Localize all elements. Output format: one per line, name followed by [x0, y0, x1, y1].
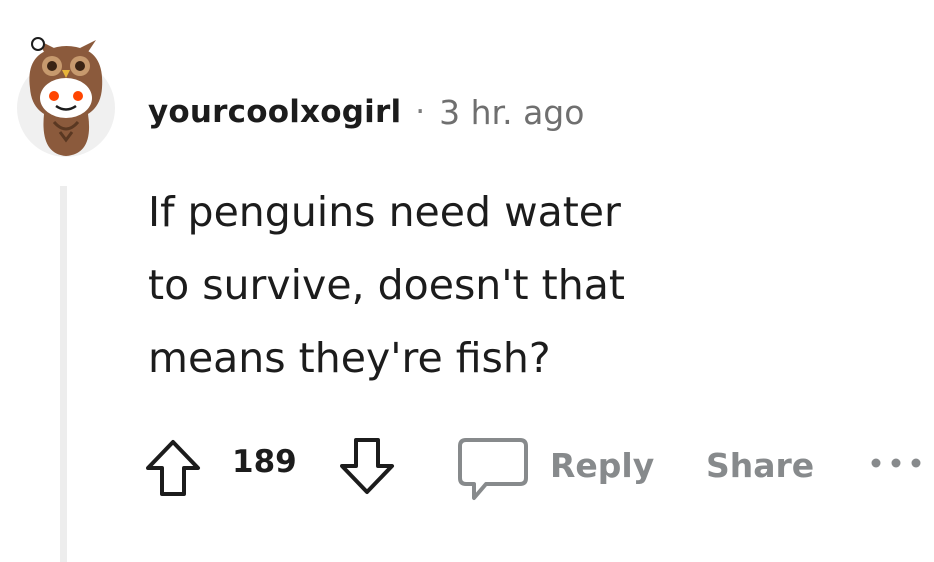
comment-action-bar: 189 Reply Share — [142, 432, 932, 508]
comment-timestamp[interactable]: 3 hr. ago — [439, 93, 584, 132]
downvote-arrow-icon[interactable] — [336, 434, 398, 498]
comment-body-line: If penguins need water — [148, 188, 621, 236]
comment-body: If penguins need water to survive, doesn… — [148, 176, 748, 395]
vote-score: 189 — [232, 444, 297, 480]
comment-meta: yourcoolxogirl · 3 hr. ago — [148, 88, 584, 136]
upvote-arrow-icon[interactable] — [142, 436, 204, 500]
snoo-eye-left — [49, 91, 59, 101]
comment-body-line: means they're fish? — [148, 334, 551, 382]
comment-body-line: to survive, doesn't that — [148, 261, 625, 309]
reply-button[interactable]: Reply — [550, 446, 654, 485]
username-link[interactable]: yourcoolxogirl — [148, 94, 401, 130]
snoo-face — [40, 78, 92, 118]
thread-collapse-line[interactable] — [60, 186, 67, 562]
more-options-icon[interactable] — [866, 448, 928, 478]
snoo-eye-right — [73, 91, 83, 101]
meta-separator: · — [415, 94, 426, 130]
share-button[interactable]: Share — [706, 446, 814, 485]
user-avatar[interactable] — [16, 36, 116, 158]
comment-bubble-icon[interactable] — [456, 434, 530, 504]
